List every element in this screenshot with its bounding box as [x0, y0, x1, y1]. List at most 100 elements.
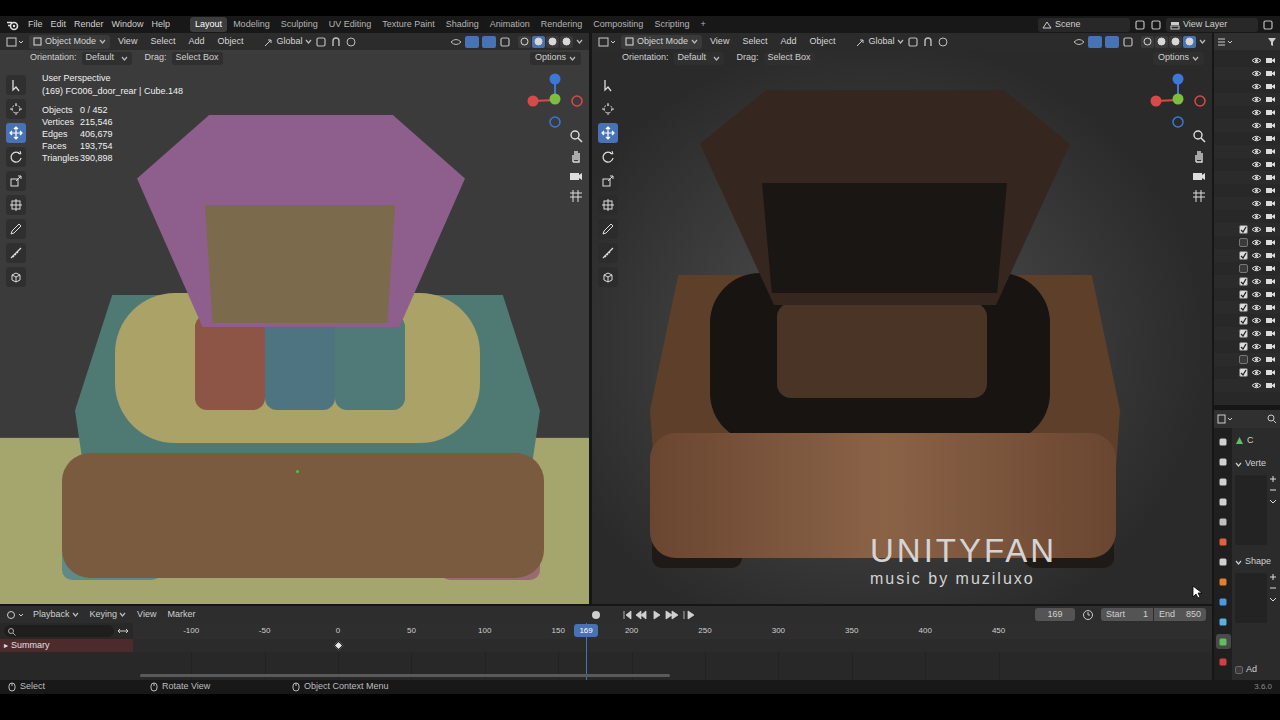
options-label[interactable]: Options	[535, 51, 566, 65]
workspace-tab[interactable]: Modeling	[228, 17, 275, 32]
outliner-row[interactable]	[1214, 327, 1280, 340]
menu-item[interactable]: Window	[108, 18, 148, 32]
properties-tab[interactable]	[1216, 434, 1231, 449]
outliner-row[interactable]	[1214, 171, 1280, 184]
tool-button[interactable]	[598, 267, 618, 287]
outliner-row[interactable]	[1214, 379, 1280, 392]
playhead-frame[interactable]: 169	[579, 625, 592, 637]
orientation-value[interactable]: Default	[678, 51, 707, 65]
add-workspace-button[interactable]: +	[695, 18, 710, 32]
workspace-tab[interactable]: Texture Paint	[377, 17, 440, 32]
3d-viewport[interactable]: Object ModeViewSelectAddObjectGlobalOrie…	[592, 33, 1212, 604]
outliner-row[interactable]	[1214, 106, 1280, 119]
panel-title[interactable]: Verte	[1245, 457, 1266, 471]
tool-button[interactable]	[598, 75, 618, 95]
tool-button[interactable]	[6, 99, 26, 119]
tool-button[interactable]	[598, 171, 618, 191]
workspace-label[interactable]: Rendering	[541, 18, 583, 32]
header-menu[interactable]: Select	[737, 35, 772, 49]
workspace-tab[interactable]: Sculpting	[276, 17, 323, 32]
workspace-tab[interactable]: Layout	[190, 17, 227, 32]
visibility-checkbox[interactable]	[1239, 316, 1248, 325]
timeline-menu-label[interactable]: Marker	[167, 608, 195, 622]
tool-button[interactable]	[598, 219, 618, 239]
mode-label[interactable]: Object Mode	[637, 35, 688, 49]
3d-viewport[interactable]: Object ModeViewSelectAddObjectGlobalOrie…	[0, 33, 589, 604]
header-menu[interactable]: Add	[183, 35, 209, 49]
outliner-row[interactable]	[1214, 67, 1280, 80]
list-box[interactable]	[1235, 475, 1267, 545]
timeline-menu[interactable]: View	[133, 608, 160, 622]
mode-dropdown[interactable]: Object Mode	[621, 35, 702, 49]
tool-button[interactable]	[598, 195, 618, 215]
playhead-label[interactable]: 169	[574, 624, 598, 637]
transform-orientation[interactable]: Global	[263, 35, 312, 49]
scene-name[interactable]: Scene	[1055, 18, 1081, 32]
outliner-row[interactable]	[1214, 80, 1280, 93]
overlay-toggle[interactable]	[482, 36, 496, 48]
outliner-row[interactable]	[1214, 288, 1280, 301]
channel-search-field[interactable]	[4, 625, 114, 637]
header-menu[interactable]: View	[705, 35, 734, 49]
gizmo-toggle[interactable]	[1088, 36, 1102, 48]
outliner-row[interactable]	[1214, 275, 1280, 288]
workspace-label[interactable]: Compositing	[593, 18, 643, 32]
visibility-checkbox[interactable]	[1239, 290, 1248, 299]
options-dropdown[interactable]: Options	[1153, 52, 1204, 65]
outliner-row[interactable]	[1214, 366, 1280, 379]
end-value[interactable]: 850	[1186, 608, 1201, 622]
summary-channel[interactable]: ▸Summary	[0, 639, 133, 652]
outliner-row[interactable]	[1214, 158, 1280, 171]
shading-button[interactable]	[1183, 36, 1196, 48]
outliner-row[interactable]	[1214, 54, 1280, 67]
footer-checkbox[interactable]	[1235, 666, 1243, 674]
outliner-row[interactable]	[1214, 132, 1280, 145]
transform-orientation[interactable]: Global	[855, 35, 904, 49]
outliner-row[interactable]	[1214, 119, 1280, 132]
outliner-row[interactable]	[1214, 210, 1280, 223]
drag-value[interactable]: Select Box	[768, 51, 811, 65]
options-dropdown[interactable]: Options	[530, 52, 581, 65]
start-value[interactable]: 1	[1143, 608, 1148, 622]
outliner-row[interactable]	[1214, 262, 1280, 275]
visibility-checkbox[interactable]	[1239, 329, 1248, 338]
scene-selector[interactable]: Scene	[1038, 18, 1130, 32]
workspace-label[interactable]: Animation	[490, 18, 530, 32]
workspace-tab[interactable]: Animation	[485, 17, 535, 32]
properties-tab[interactable]	[1216, 574, 1231, 589]
timeline-menu[interactable]: Marker	[163, 608, 199, 622]
outliner-row[interactable]	[1214, 340, 1280, 353]
properties-tab[interactable]	[1216, 634, 1231, 649]
menu-item[interactable]: Render	[70, 18, 108, 32]
workspace-label[interactable]: Modeling	[233, 18, 270, 32]
properties-tab[interactable]	[1216, 474, 1231, 489]
visibility-checkbox[interactable]	[1239, 368, 1248, 377]
drag-value[interactable]: Select Box	[176, 51, 219, 65]
shading-button[interactable]	[1141, 36, 1154, 48]
outliner-row[interactable]	[1214, 353, 1280, 366]
outliner-row[interactable]	[1214, 223, 1280, 236]
drag-dropdown[interactable]: Select Box	[172, 52, 223, 65]
shading-button[interactable]	[518, 36, 531, 48]
end-frame-field[interactable]: End850	[1154, 608, 1206, 621]
properties-tab[interactable]	[1216, 594, 1231, 609]
header-menu[interactable]: View	[113, 35, 142, 49]
orientation-value[interactable]: Default	[86, 51, 115, 65]
timeline-menu-label[interactable]: Playback	[33, 608, 70, 622]
tool-button[interactable]	[6, 243, 26, 263]
list-box[interactable]	[1235, 573, 1267, 623]
visibility-checkbox[interactable]	[1239, 225, 1248, 234]
workspace-tab[interactable]: Scripting	[649, 17, 694, 32]
header-menu[interactable]: Add	[775, 35, 801, 49]
visibility-checkbox[interactable]	[1239, 303, 1248, 312]
timeline-menu-label[interactable]: View	[137, 608, 156, 622]
panel-title[interactable]: Shape	[1245, 555, 1271, 569]
properties-tab[interactable]	[1216, 554, 1231, 569]
tool-button[interactable]	[6, 147, 26, 167]
menu-item[interactable]: Edit	[47, 18, 71, 32]
tool-button[interactable]	[598, 243, 618, 263]
workspace-label[interactable]: Layout	[195, 18, 222, 32]
tool-button[interactable]	[6, 75, 26, 95]
tool-button[interactable]	[6, 123, 26, 143]
shading-button[interactable]	[1155, 36, 1168, 48]
